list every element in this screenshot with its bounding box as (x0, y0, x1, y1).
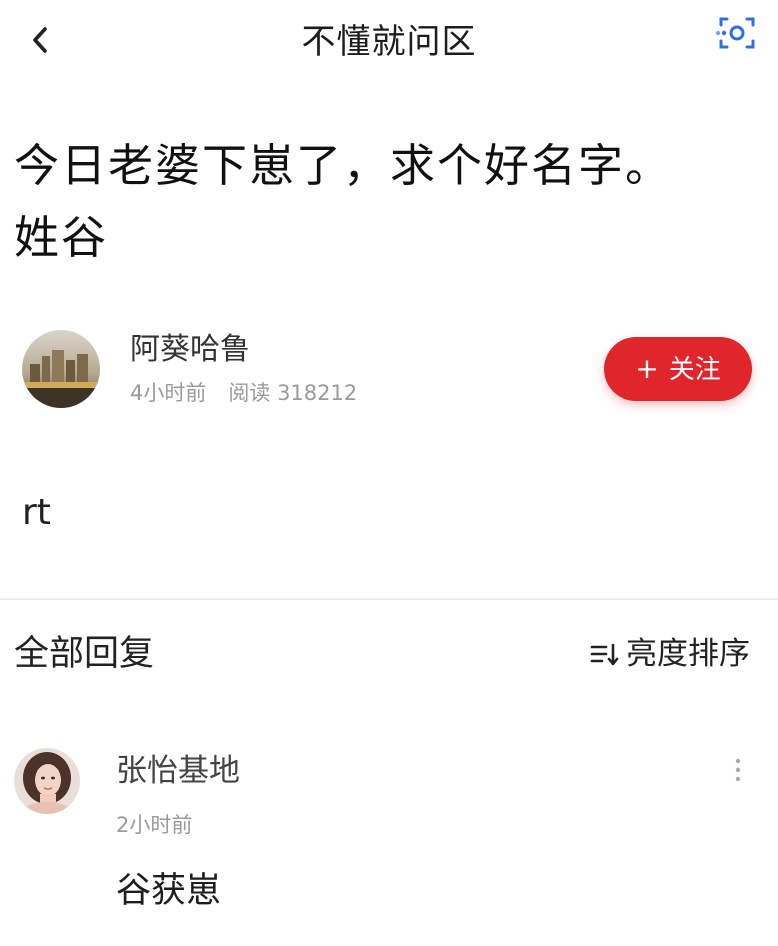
more-options-button[interactable] (724, 756, 752, 784)
question-title: 今日老婆下崽了，求个好名字。姓谷 (14, 139, 673, 264)
sort-icon (590, 641, 620, 667)
reply-avatar[interactable] (14, 748, 80, 814)
question-detail-screen: 不懂就问区 今日老婆下崽了，求个好名字。姓谷 阿葵哈鲁 4小时前 阅读 3182… (0, 0, 778, 946)
more-vertical-icon (735, 758, 741, 782)
follow-button[interactable]: + 关注 (604, 337, 752, 401)
reply-time: 2小时前 (116, 813, 193, 837)
section-divider (0, 598, 778, 600)
page-title: 不懂就问区 (301, 22, 477, 62)
reply-content: 谷获崽 (116, 871, 222, 911)
plus-icon: + (635, 352, 659, 385)
author-name[interactable]: 阿葵哈鲁 (130, 330, 250, 370)
sort-label: 亮度排序 (626, 636, 750, 672)
replies-title: 全部回复 (14, 634, 155, 674)
author-meta: 4小时前 阅读 318212 (130, 378, 357, 408)
follow-label: 关注 (668, 355, 721, 385)
read-count: 318212 (277, 381, 358, 405)
scan-button[interactable] (704, 0, 770, 66)
reply-author-name[interactable]: 张怡基地 (116, 750, 240, 792)
post-time: 4小时前 (130, 381, 207, 405)
top-nav-bar: 不懂就问区 (0, 0, 778, 88)
author-avatar[interactable] (22, 330, 100, 408)
question-body: rt (22, 492, 51, 533)
city-avatar-icon (22, 330, 100, 408)
read-label: 阅读 (228, 381, 271, 405)
sort-toggle[interactable]: 亮度排序 (590, 632, 750, 676)
person-avatar-icon (14, 748, 80, 814)
scan-icon (715, 17, 755, 49)
